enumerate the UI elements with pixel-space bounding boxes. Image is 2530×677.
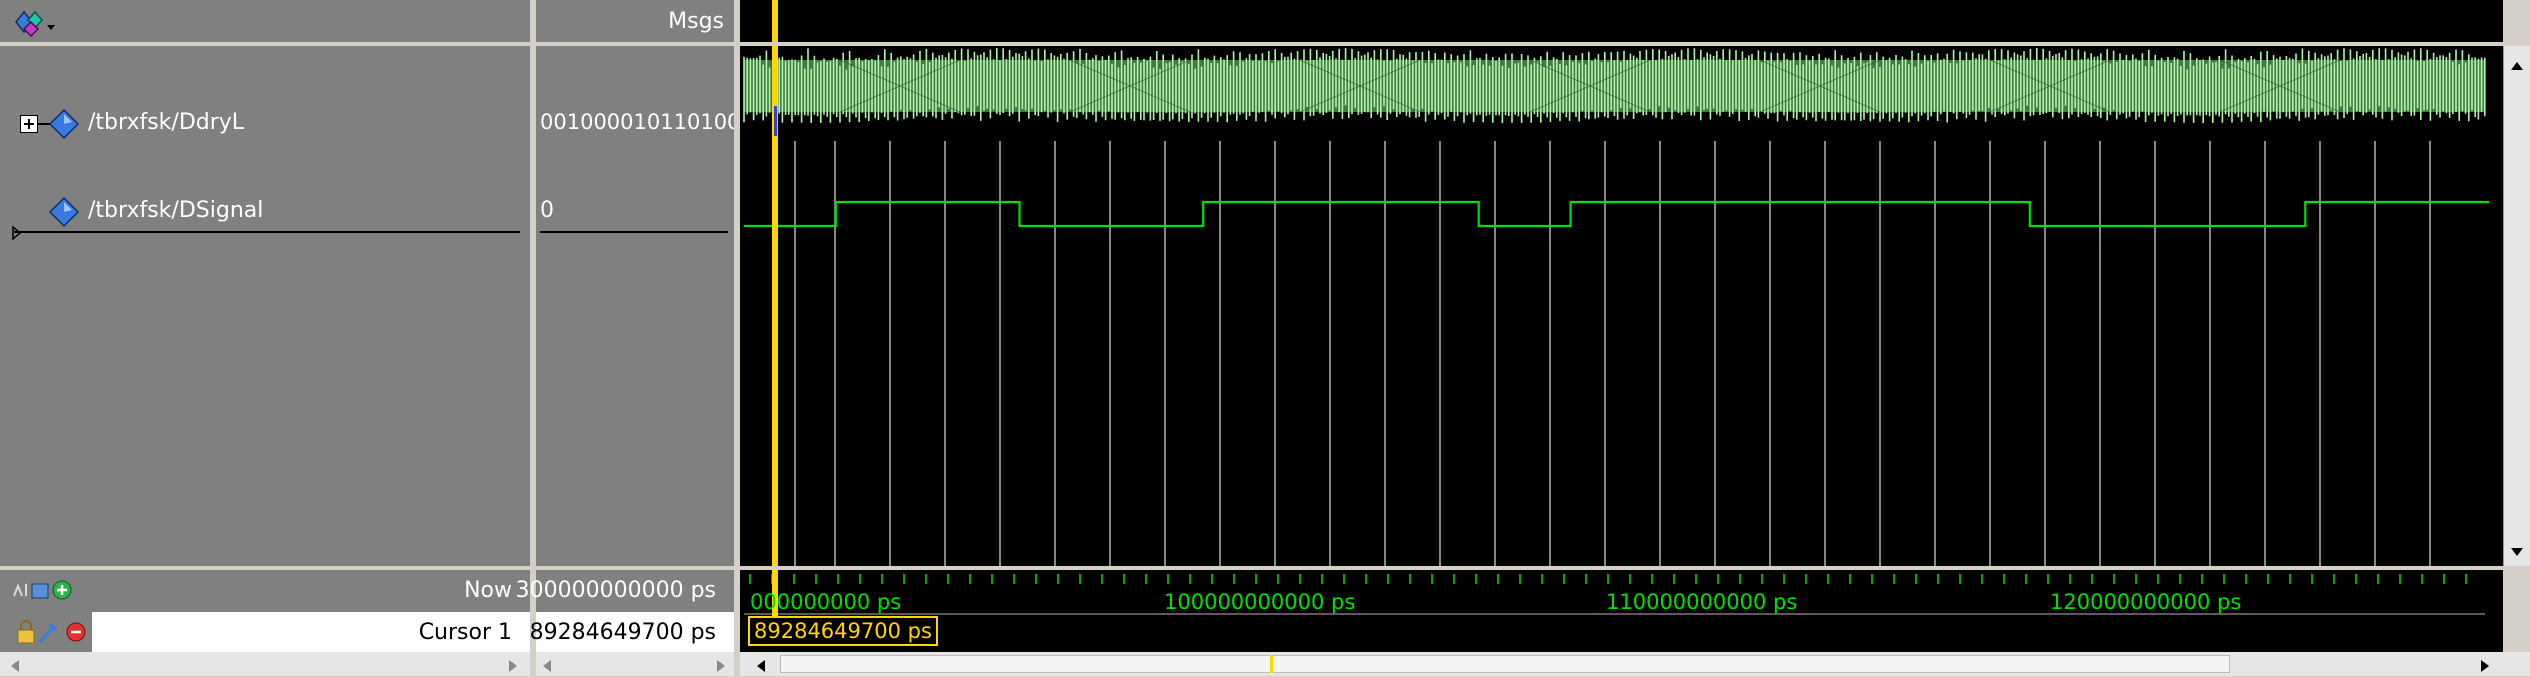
value-pane-hscroll[interactable]	[536, 652, 734, 676]
wave-add-icon[interactable]	[12, 578, 76, 602]
scroll-up-arrow-icon[interactable]	[2510, 56, 2524, 70]
now-value-cell: 300000000000 ps	[516, 570, 734, 612]
wave-header	[740, 0, 2503, 42]
wave-hscroll[interactable]	[740, 652, 2530, 676]
msgs-header: Msgs	[536, 0, 734, 42]
timeline-label: 000000000 ps	[750, 590, 902, 614]
cursor-row-left[interactable]: Cursor 1	[0, 612, 530, 652]
row-marker-icon	[12, 225, 22, 241]
cursor-time-text: 89284649700 ps	[754, 619, 932, 643]
now-label: Now	[464, 578, 512, 603]
cursor-value-cell: 89284649700 ps	[530, 612, 734, 652]
scroll-down-arrow-icon[interactable]	[2510, 542, 2524, 556]
now-row-left: Now	[0, 570, 530, 612]
scroll-right-arrow-icon[interactable]	[716, 658, 726, 677]
cursor-value: 89284649700 ps	[529, 620, 716, 645]
signal-row-ddryl[interactable]: /tbrxfsk/DdryL	[0, 105, 530, 145]
cursor-label: Cursor 1	[418, 620, 512, 645]
signal-row-dsignal[interactable]: /tbrxfsk/DSignal	[0, 196, 530, 236]
scroll-left-arrow-icon[interactable]	[10, 658, 20, 677]
waveform-area[interactable]	[740, 46, 2503, 566]
timeline-label: 120000000000 ps	[2050, 590, 2242, 614]
signal-value: 0	[540, 198, 554, 223]
signal-diamond-icon	[48, 196, 80, 228]
signal-name: /tbrxfsk/DdryL	[88, 110, 245, 135]
selection-underline	[14, 231, 520, 233]
cursor-header-line	[772, 0, 778, 42]
expand-plus-icon[interactable]	[20, 115, 38, 133]
signal-diamond-icon	[48, 108, 80, 140]
scroll-left-arrow-icon[interactable]	[756, 658, 766, 677]
cursor-time-tag[interactable]: 89284649700 ps	[748, 616, 938, 646]
vertical-scrollbar[interactable]	[2503, 46, 2530, 566]
msgs-label: Msgs	[668, 9, 724, 34]
now-value: 300000000000 ps	[515, 578, 716, 603]
scroll-right-arrow-icon[interactable]	[2480, 658, 2490, 677]
scroll-left-arrow-icon[interactable]	[542, 658, 552, 677]
name-pane-hscroll[interactable]	[0, 652, 530, 676]
digital-waveform-dsignal	[744, 200, 2489, 228]
timeline-label: 110000000000 ps	[1606, 590, 1798, 614]
timeline[interactable]: 000000000 ps 100000000000 ps 11000000000…	[740, 570, 2503, 652]
waveform-canvas	[743, 46, 2489, 566]
cursor-marker	[774, 106, 777, 136]
signal-value: 0010000101101001	[540, 110, 754, 134]
lock-icon[interactable]	[14, 618, 94, 646]
timeline-label: 100000000000 ps	[1164, 590, 1356, 614]
wave-hscroll-thumb[interactable]	[780, 655, 2230, 673]
scroll-right-arrow-icon[interactable]	[508, 658, 518, 677]
signal-name-header	[0, 0, 530, 42]
signal-name: /tbrxfsk/DSignal	[88, 198, 264, 223]
wave-tools-icon[interactable]	[14, 7, 58, 38]
